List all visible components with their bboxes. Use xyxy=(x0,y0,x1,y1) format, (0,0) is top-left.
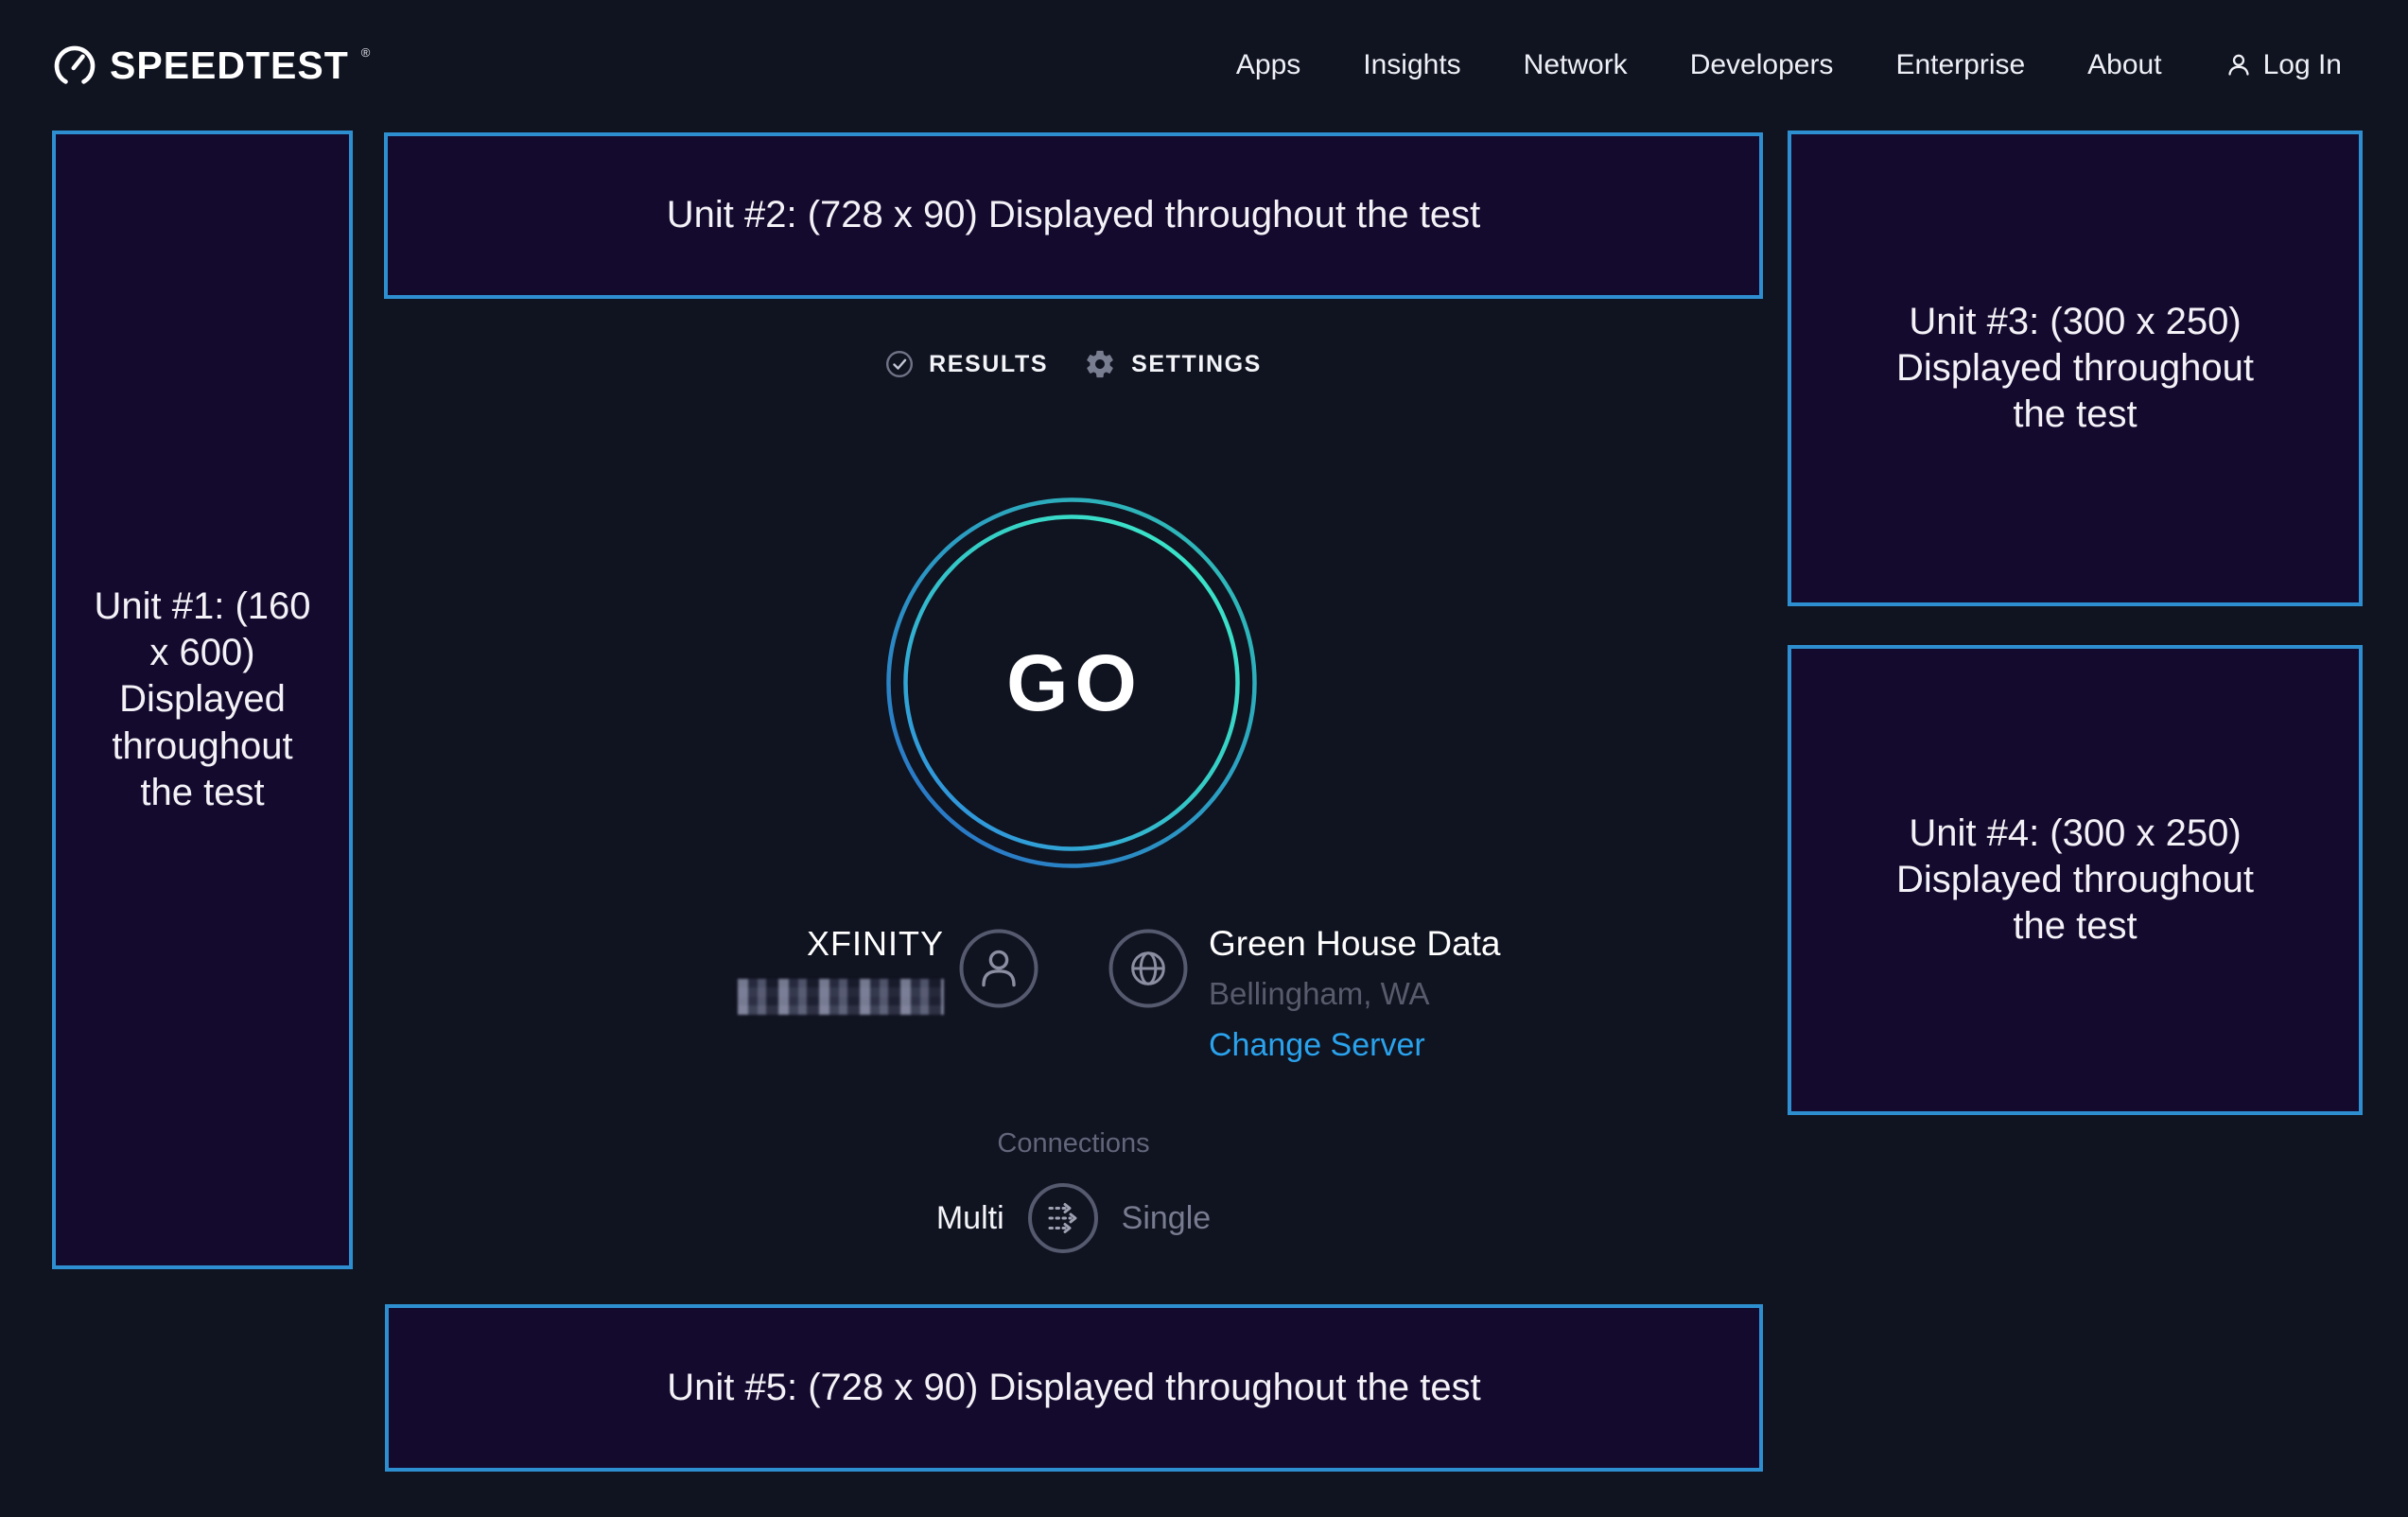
nav-item-apps[interactable]: Apps xyxy=(1236,49,1300,81)
ad-unit-4-text: Unit #4: (300 x 250) Displayed throughou… xyxy=(1866,811,2284,950)
speedtest-logo[interactable]: SPEEDTEST ® xyxy=(52,43,370,88)
go-label: GO xyxy=(884,496,1259,870)
person-icon xyxy=(2225,51,2253,79)
ad-unit-1-skyscraper: Unit #1: (160 x 600) Displayed throughou… xyxy=(52,131,353,1269)
isp-name: XFINITY xyxy=(807,925,944,963)
ad-unit-1-text: Unit #1: (160 x 600) Displayed throughou… xyxy=(83,584,322,816)
view-tabs: RESULTS SETTINGS xyxy=(384,348,1763,380)
nav-item-insights[interactable]: Insights xyxy=(1363,49,1460,81)
main-nav: Apps Insights Network Developers Enterpr… xyxy=(1236,49,2342,81)
ad-unit-3-rectangle: Unit #3: (300 x 250) Displayed throughou… xyxy=(1788,131,2363,606)
isp-section: XFINITY xyxy=(738,914,1038,1015)
tab-settings[interactable]: SETTINGS xyxy=(1084,348,1262,380)
test-endpoints-section: XFINITY Green House Data Bellingham, WA … xyxy=(384,914,1763,1093)
gauge-icon xyxy=(52,43,97,88)
globe-circle-icon xyxy=(1108,929,1188,1008)
ad-unit-4-rectangle: Unit #4: (300 x 250) Displayed throughou… xyxy=(1788,645,2363,1115)
server-section: Green House Data Bellingham, WA Change S… xyxy=(1108,914,1501,1063)
tab-results-label: RESULTS xyxy=(929,351,1048,378)
ad-unit-5-text: Unit #5: (728 x 90) Displayed throughout… xyxy=(667,1365,1481,1411)
go-button[interactable]: GO xyxy=(884,496,1259,870)
nav-item-about[interactable]: About xyxy=(2087,49,2161,81)
person-circle-icon xyxy=(959,929,1038,1008)
connections-section: Connections Multi Single xyxy=(384,1127,1763,1254)
gear-icon xyxy=(1084,348,1116,380)
ad-unit-5-banner-bottom: Unit #5: (728 x 90) Displayed throughout… xyxy=(385,1304,1763,1472)
ad-unit-3-text: Unit #3: (300 x 250) Displayed throughou… xyxy=(1866,299,2284,439)
login-label: Log In xyxy=(2263,49,2342,81)
tab-results[interactable]: RESULTS xyxy=(885,348,1048,380)
ad-unit-2-banner-top: Unit #2: (728 x 90) Displayed throughout… xyxy=(384,132,1763,299)
login-button[interactable]: Log In xyxy=(2225,49,2342,81)
check-circle-icon xyxy=(885,350,914,378)
tab-settings-label: SETTINGS xyxy=(1131,351,1262,378)
connection-single-option[interactable]: Single xyxy=(1122,1200,1212,1237)
connection-multi-option[interactable]: Multi xyxy=(936,1200,1004,1237)
isp-details-redacted xyxy=(738,979,944,1015)
nav-item-enterprise[interactable]: Enterprise xyxy=(1895,49,2025,81)
server-name: Green House Data xyxy=(1209,925,1501,963)
server-location: Bellingham, WA xyxy=(1209,976,1501,1012)
ad-unit-2-text: Unit #2: (728 x 90) Displayed throughout… xyxy=(667,192,1481,238)
logo-text: SPEEDTEST xyxy=(110,43,349,88)
logo-trademark: ® xyxy=(361,45,371,60)
change-server-link[interactable]: Change Server xyxy=(1209,1027,1501,1063)
nav-item-network[interactable]: Network xyxy=(1524,49,1628,81)
connections-label: Connections xyxy=(997,1127,1149,1160)
multi-arrows-circle-icon[interactable] xyxy=(1027,1182,1099,1254)
top-nav: SPEEDTEST ® Apps Insights Network Develo… xyxy=(0,0,2408,131)
nav-item-developers[interactable]: Developers xyxy=(1690,49,1834,81)
